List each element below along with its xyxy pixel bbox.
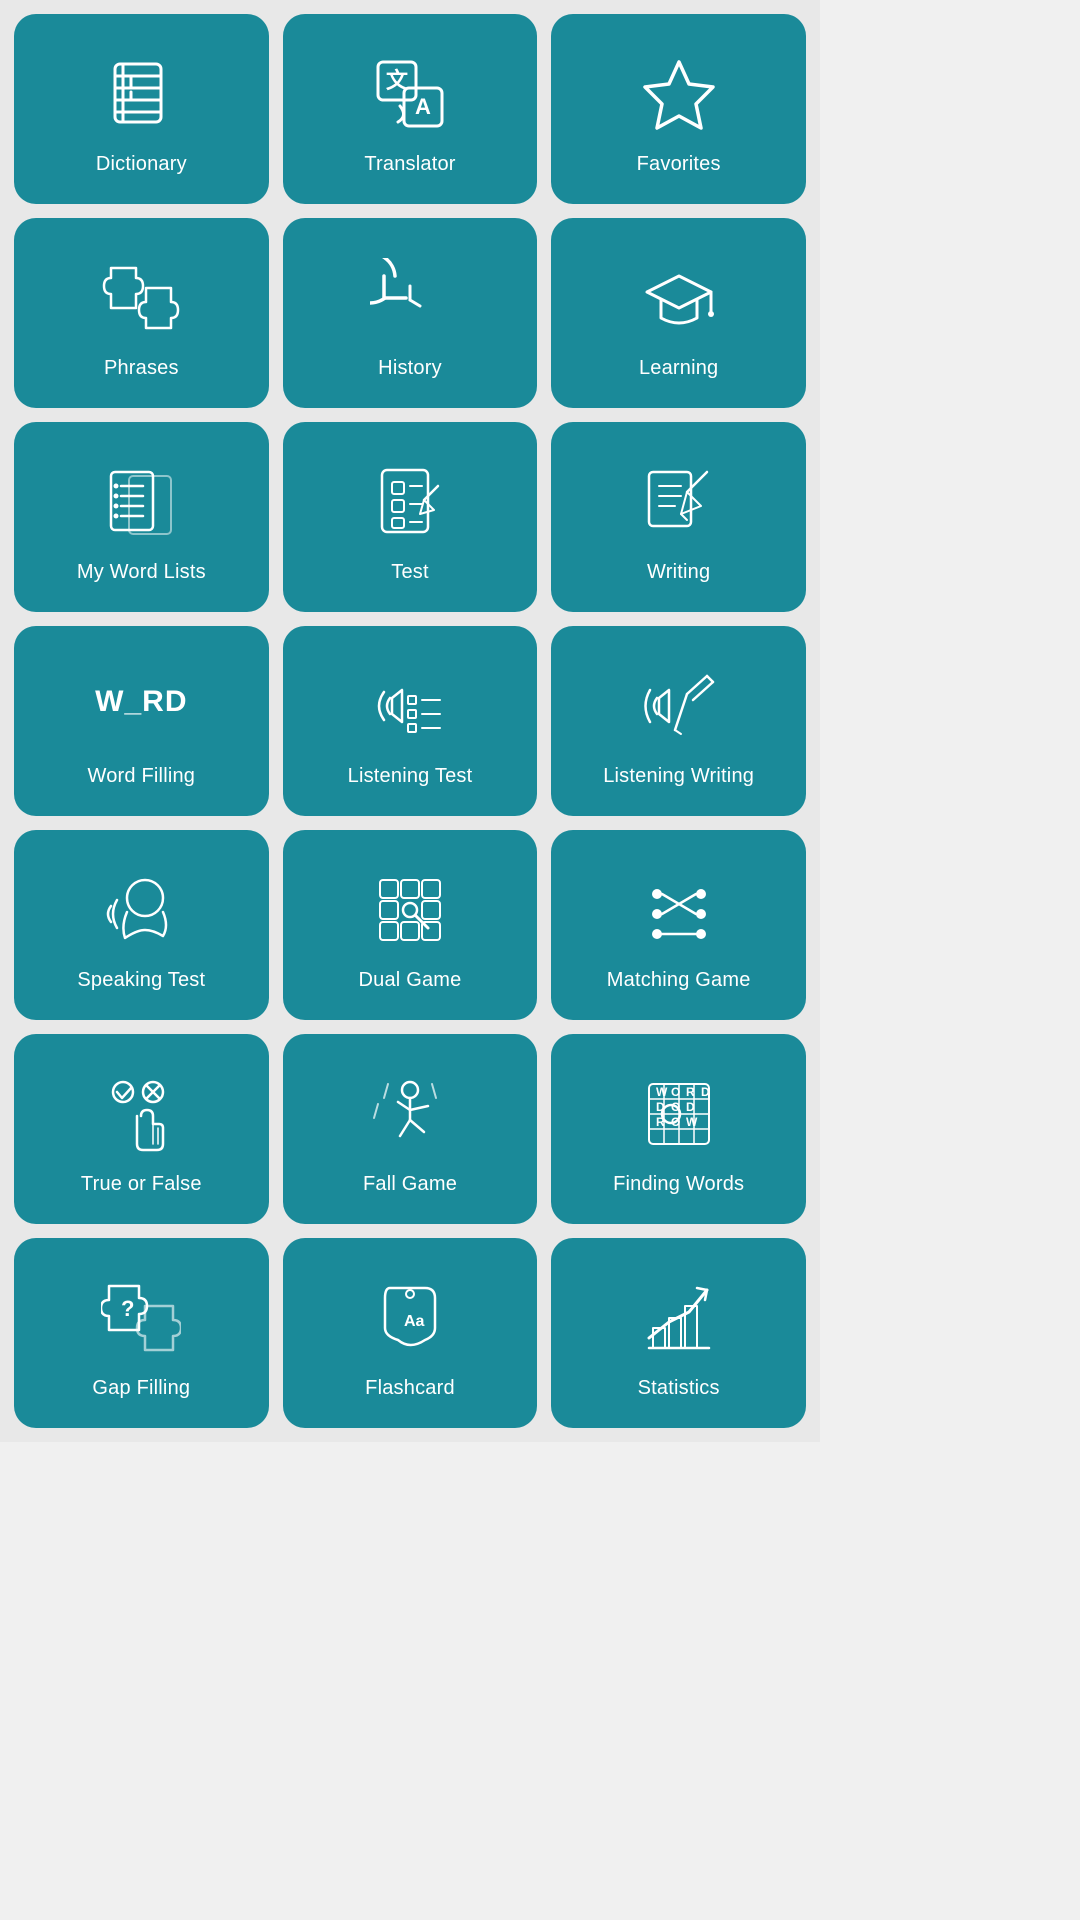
tile-learning[interactable]: Learning — [551, 218, 806, 408]
tile-dual-game[interactable]: Dual Game — [283, 830, 538, 1020]
speaking-test-icon — [96, 865, 186, 955]
app-grid: Dictionary 文 A Translator Favorites — [0, 0, 820, 1442]
statistics-icon — [634, 1273, 724, 1363]
history-label: History — [378, 357, 442, 380]
phrases-label: Phrases — [104, 357, 179, 380]
svg-text:W: W — [686, 1115, 698, 1129]
svg-text:A: A — [415, 94, 431, 119]
tile-listening-writing[interactable]: Listening Writing — [551, 626, 806, 816]
flashcard-label: Flashcard — [365, 1377, 455, 1400]
tile-my-word-lists[interactable]: My Word Lists — [14, 422, 269, 612]
matching-game-label: Matching Game — [607, 969, 751, 992]
fall-game-label: Fall Game — [363, 1173, 457, 1196]
listening-test-icon — [365, 661, 455, 751]
phrases-icon — [96, 253, 186, 343]
speaking-test-label: Speaking Test — [77, 969, 205, 992]
svg-text:Aa: Aa — [404, 1313, 425, 1330]
my-word-lists-label: My Word Lists — [77, 561, 206, 584]
learning-icon — [634, 253, 724, 343]
true-or-false-icon — [96, 1069, 186, 1159]
tile-matching-game[interactable]: Matching Game — [551, 830, 806, 1020]
gap-filling-icon: ? — [96, 1273, 186, 1363]
learning-label: Learning — [639, 357, 718, 380]
word-filling-icon: W_RD — [96, 661, 186, 751]
listening-writing-label: Listening Writing — [603, 765, 754, 788]
dual-game-icon — [365, 865, 455, 955]
fall-game-icon — [365, 1069, 455, 1159]
svg-text:O: O — [671, 1085, 680, 1099]
my-word-lists-icon — [96, 457, 186, 547]
tile-favorites[interactable]: Favorites — [551, 14, 806, 204]
writing-label: Writing — [647, 561, 710, 584]
svg-text:W: W — [656, 1085, 668, 1099]
matching-game-icon — [634, 865, 724, 955]
tile-writing[interactable]: Writing — [551, 422, 806, 612]
finding-words-icon: W O R D D O D R O W — [634, 1069, 724, 1159]
listening-test-label: Listening Test — [348, 765, 473, 788]
tile-test[interactable]: Test — [283, 422, 538, 612]
tile-gap-filling[interactable]: ? Gap Filling — [14, 1238, 269, 1428]
gap-filling-label: Gap Filling — [92, 1377, 190, 1400]
flashcard-icon: Aa — [365, 1273, 455, 1363]
dictionary-label: Dictionary — [96, 153, 187, 176]
tile-word-filling[interactable]: W_RD Word Filling — [14, 626, 269, 816]
finding-words-label: Finding Words — [613, 1173, 744, 1196]
word-fill-text: W_RD — [95, 685, 187, 719]
favorites-icon — [634, 49, 724, 139]
test-label: Test — [391, 561, 428, 584]
translator-icon: 文 A — [365, 49, 455, 139]
tile-flashcard[interactable]: Aa Flashcard — [283, 1238, 538, 1428]
tile-translator[interactable]: 文 A Translator — [283, 14, 538, 204]
listening-writing-icon — [634, 661, 724, 751]
tile-fall-game[interactable]: Fall Game — [283, 1034, 538, 1224]
statistics-label: Statistics — [638, 1377, 720, 1400]
favorites-label: Favorites — [637, 153, 721, 176]
dictionary-icon — [96, 49, 186, 139]
tile-listening-test[interactable]: Listening Test — [283, 626, 538, 816]
dual-game-label: Dual Game — [359, 969, 462, 992]
tile-statistics[interactable]: Statistics — [551, 1238, 806, 1428]
svg-text:R: R — [686, 1085, 695, 1099]
tile-dictionary[interactable]: Dictionary — [14, 14, 269, 204]
test-icon — [365, 457, 455, 547]
translator-label: Translator — [364, 153, 455, 176]
tile-true-or-false[interactable]: True or False — [14, 1034, 269, 1224]
svg-text:?: ? — [121, 1296, 134, 1321]
tile-history[interactable]: History — [283, 218, 538, 408]
writing-icon — [634, 457, 724, 547]
tile-finding-words[interactable]: W O R D D O D R O W Finding Words — [551, 1034, 806, 1224]
true-or-false-label: True or False — [81, 1173, 202, 1196]
svg-text:D: D — [701, 1085, 710, 1099]
history-icon — [365, 253, 455, 343]
tile-phrases[interactable]: Phrases — [14, 218, 269, 408]
word-filling-label: Word Filling — [88, 765, 196, 788]
tile-speaking-test[interactable]: Speaking Test — [14, 830, 269, 1020]
svg-text:D: D — [686, 1100, 695, 1114]
